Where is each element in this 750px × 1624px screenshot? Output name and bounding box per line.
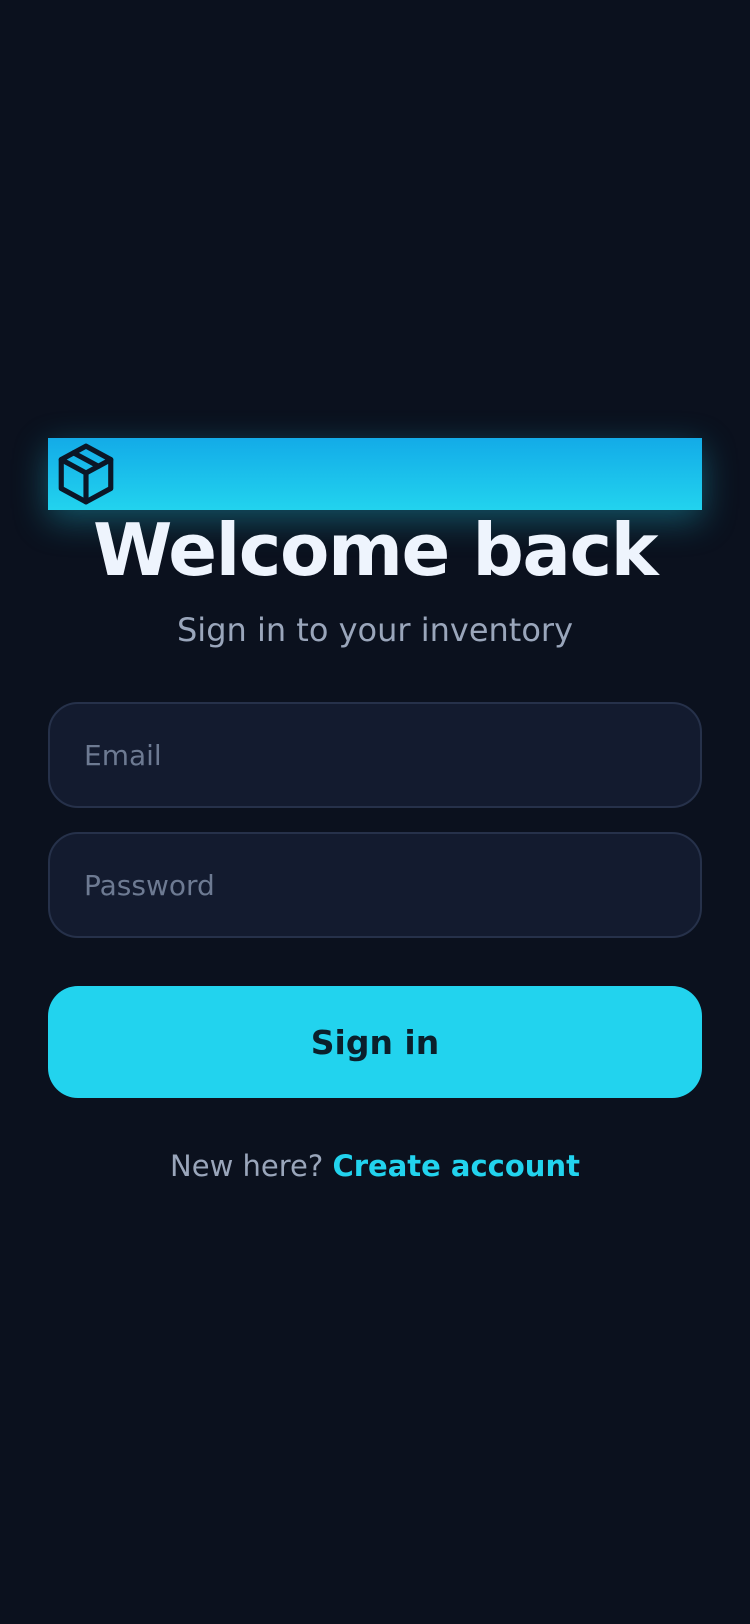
create-account-link[interactable]: Create account (332, 1149, 579, 1183)
page-subtitle: Sign in to your inventory (176, 611, 574, 649)
signup-prompt-text: New here? (170, 1149, 333, 1183)
email-field[interactable] (48, 702, 702, 808)
password-field[interactable] (48, 832, 702, 938)
page-title: Welcome back (92, 508, 659, 592)
package-icon (58, 443, 114, 505)
sign-in-button[interactable]: Sign in (48, 986, 702, 1098)
login-screen: Welcome back Sign in to your inventory S… (0, 0, 750, 1624)
brand-banner (48, 438, 702, 510)
signup-prompt: New here? Create account (0, 1146, 750, 1186)
